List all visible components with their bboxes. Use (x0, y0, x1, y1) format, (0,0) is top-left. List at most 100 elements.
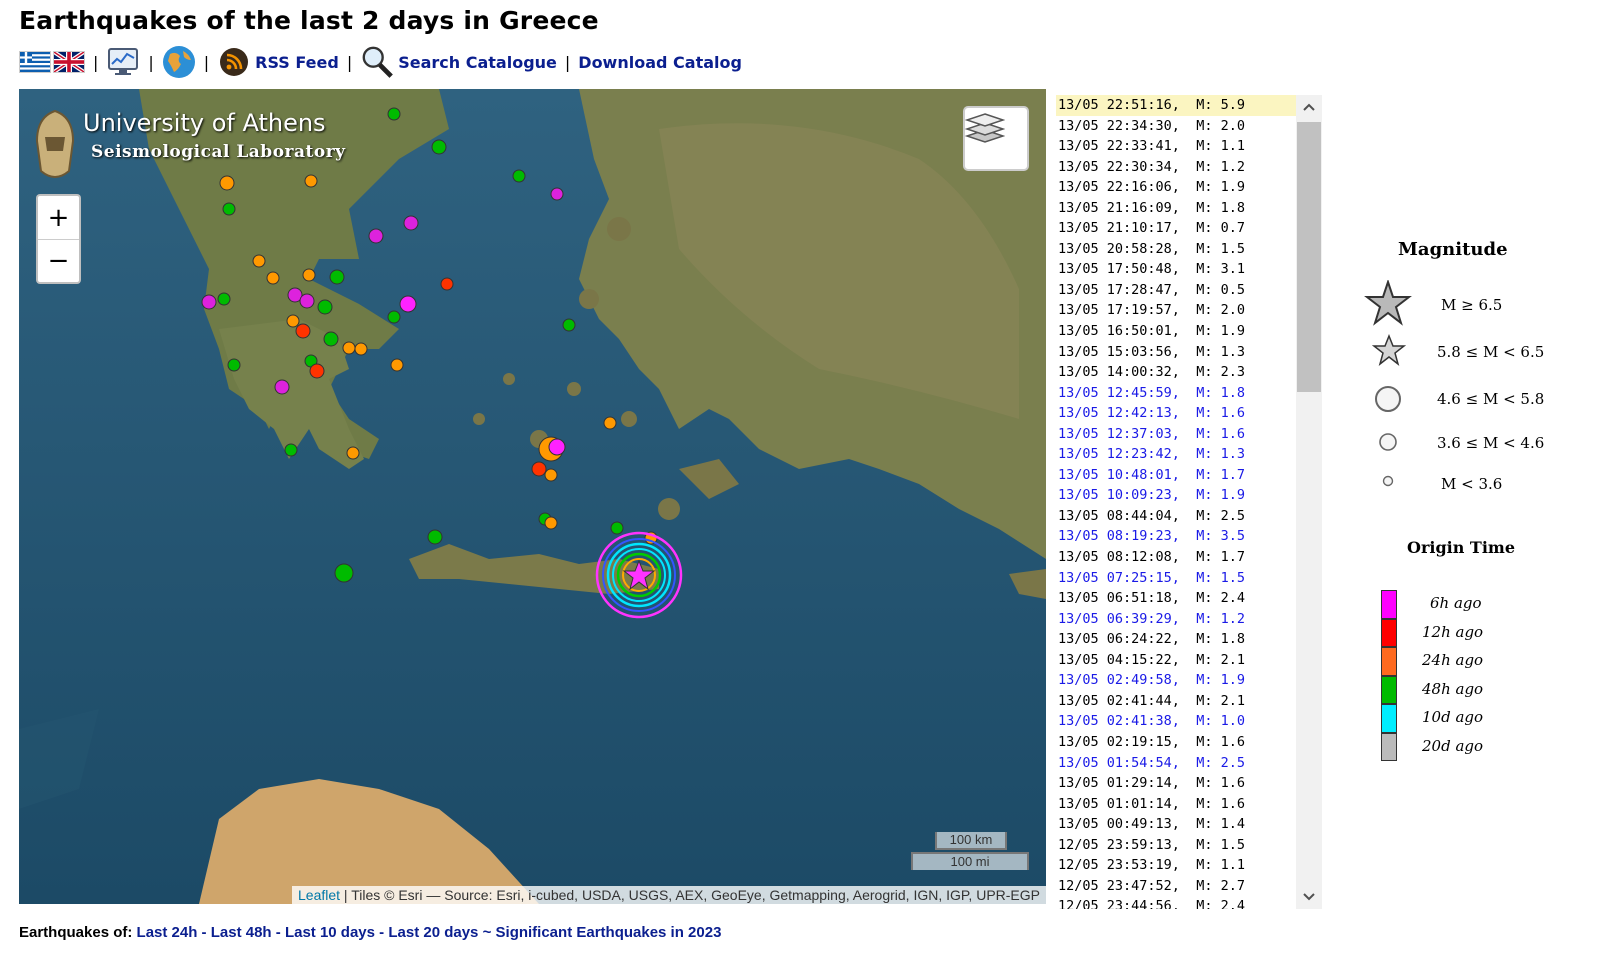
quake-row[interactable]: 13/05 22:33:41, M: 1.1 (1056, 136, 1296, 157)
quake-magnitude: M: 2.0 (1196, 302, 1245, 319)
quake-row[interactable]: 13/05 01:01:14, M: 1.6 (1056, 794, 1296, 815)
quake-row[interactable]: 13/05 22:30:34, M: 1.2 (1056, 157, 1296, 178)
quake-time: 12/05 23:53:19, (1058, 857, 1180, 874)
greek-flag-icon[interactable] (19, 51, 51, 73)
monitor-chart-icon[interactable] (106, 45, 140, 79)
quake-magnitude: M: 1.2 (1196, 610, 1245, 627)
quake-magnitude: M: 1.6 (1196, 775, 1245, 792)
quake-row[interactable]: 13/05 22:51:16, M: 5.9 (1056, 95, 1296, 116)
quake-row[interactable]: 13/05 07:25:15, M: 1.5 (1056, 568, 1296, 589)
page-title: Earthquakes of the last 2 days in Greece (19, 6, 599, 35)
earthquake-list[interactable]: 13/05 22:51:16, M: 5.9 13/05 22:34:30, M:… (1056, 95, 1296, 909)
logo-university-name: University of Athens (83, 109, 326, 137)
quake-magnitude: M: 1.5 (1196, 569, 1245, 586)
quake-time: 13/05 15:03:56, (1058, 343, 1180, 360)
quake-row[interactable]: 13/05 14:00:32, M: 2.3 (1056, 362, 1296, 383)
quake-time: 13/05 16:50:01, (1058, 323, 1180, 340)
quake-magnitude: M: 1.6 (1196, 405, 1245, 422)
last-24h-link[interactable]: Last 24h (137, 924, 198, 941)
significant-earthquakes-link[interactable]: Significant Earthquakes in 2023 (496, 924, 722, 941)
rss-feed-link[interactable]: RSS Feed (255, 53, 339, 72)
zoom-in-button[interactable]: + (38, 196, 79, 239)
time-color-swatch (1381, 732, 1397, 761)
time-color-swatch (1381, 590, 1397, 619)
quake-row[interactable]: 13/05 16:50:01, M: 1.9 (1056, 321, 1296, 342)
quake-magnitude: M: 1.7 (1196, 466, 1245, 483)
quake-row[interactable]: 13/05 08:44:04, M: 2.5 (1056, 506, 1296, 527)
zoom-out-button[interactable]: − (38, 239, 79, 282)
quake-row[interactable]: 13/05 21:10:17, M: 0.7 (1056, 218, 1296, 239)
last-20-days-link[interactable]: Last 20 days (388, 924, 478, 941)
download-catalog-link[interactable]: Download Catalog (578, 53, 742, 72)
chevron-down-icon (1303, 893, 1315, 901)
quake-row[interactable]: 13/05 15:03:56, M: 1.3 (1056, 342, 1296, 363)
quake-row[interactable]: 13/05 17:50:48, M: 3.1 (1056, 259, 1296, 280)
quake-row[interactable]: 13/05 02:19:15, M: 1.6 (1056, 732, 1296, 753)
quake-row[interactable]: 13/05 20:58:28, M: 1.5 (1056, 239, 1296, 260)
map-legend: Magnitude M ≥ 6.5 5.8 ≤ M < 6.5 4.6 ≤ M … (1350, 230, 1600, 770)
quake-row[interactable]: 12/05 23:47:52, M: 2.7 (1056, 876, 1296, 897)
quake-row[interactable]: 13/05 01:29:14, M: 1.6 (1056, 773, 1296, 794)
list-scrollbar[interactable] (1296, 95, 1322, 909)
footer-dash: - (375, 924, 389, 941)
quake-magnitude: M: 1.6 (1196, 795, 1245, 812)
quake-row[interactable]: 13/05 22:34:30, M: 2.0 (1056, 116, 1296, 137)
quake-magnitude: M: 2.5 (1196, 754, 1245, 771)
magnifier-icon[interactable] (360, 45, 394, 79)
quake-time: 12/05 23:44:56, (1058, 898, 1180, 909)
scale-bar-mi: 100 mi (911, 852, 1029, 870)
quake-row[interactable]: 13/05 12:45:59, M: 1.8 (1056, 383, 1296, 404)
quake-row[interactable]: 13/05 08:19:23, M: 3.5 (1056, 526, 1296, 547)
quake-time: 13/05 10:09:23, (1058, 487, 1180, 504)
time-class-label: 10d ago (1422, 708, 1484, 726)
time-class-label: 48h ago (1422, 679, 1484, 698)
quake-time: 13/05 01:01:14, (1058, 795, 1180, 812)
quake-row[interactable]: 12/05 23:44:56, M: 2.4 (1056, 896, 1296, 909)
leaflet-link[interactable]: Leaflet (298, 887, 340, 903)
attribution-text: | Tiles © Esri — Source: Esri, i-cubed, … (340, 887, 1040, 903)
quake-row[interactable]: 13/05 10:48:01, M: 1.7 (1056, 465, 1296, 486)
quake-magnitude: M: 1.9 (1196, 487, 1245, 504)
quake-row[interactable]: 13/05 06:51:18, M: 2.4 (1056, 588, 1296, 609)
quake-row[interactable]: 13/05 21:16:09, M: 1.8 (1056, 198, 1296, 219)
quake-time: 13/05 06:51:18, (1058, 590, 1180, 607)
quake-row[interactable]: 13/05 04:15:22, M: 2.1 (1056, 650, 1296, 671)
quake-row[interactable]: 13/05 12:37:03, M: 1.6 (1056, 424, 1296, 445)
quake-magnitude: M: 1.6 (1196, 733, 1245, 750)
quake-row[interactable]: 13/05 17:28:47, M: 0.5 (1056, 280, 1296, 301)
quake-time: 13/05 08:19:23, (1058, 528, 1180, 545)
quake-row[interactable]: 13/05 06:39:29, M: 1.2 (1056, 609, 1296, 630)
quake-time: 13/05 17:19:57, (1058, 302, 1180, 319)
quake-row[interactable]: 12/05 23:53:19, M: 1.1 (1056, 855, 1296, 876)
quake-row[interactable]: 12/05 23:59:13, M: 1.5 (1056, 835, 1296, 856)
rss-icon[interactable] (217, 45, 251, 79)
quake-row[interactable]: 13/05 01:54:54, M: 2.5 (1056, 753, 1296, 774)
quake-row[interactable]: 13/05 06:24:22, M: 1.8 (1056, 629, 1296, 650)
globe-icon[interactable] (162, 45, 196, 79)
scrollbar-thumb[interactable] (1297, 122, 1321, 392)
quake-time: 13/05 02:41:44, (1058, 692, 1180, 709)
uk-flag-icon[interactable] (52, 50, 86, 74)
quake-row[interactable]: 13/05 12:42:13, M: 1.6 (1056, 403, 1296, 424)
quake-row[interactable]: 13/05 02:41:44, M: 2.1 (1056, 691, 1296, 712)
earthquake-map[interactable]: University of Athens Seismological Labor… (19, 89, 1046, 904)
last-10-days-link[interactable]: Last 10 days (285, 924, 375, 941)
layers-button[interactable] (963, 106, 1029, 171)
quake-row[interactable]: 13/05 17:19:57, M: 2.0 (1056, 300, 1296, 321)
last-48h-link[interactable]: Last 48h (211, 924, 272, 941)
scroll-down-button[interactable] (1296, 885, 1322, 909)
search-catalogue-link[interactable]: Search Catalogue (398, 53, 557, 72)
quake-row[interactable]: 13/05 12:23:42, M: 1.3 (1056, 444, 1296, 465)
toolbar-separator: | (346, 52, 353, 72)
quake-row[interactable]: 13/05 10:09:23, M: 1.9 (1056, 485, 1296, 506)
quake-row[interactable]: 13/05 08:12:08, M: 1.7 (1056, 547, 1296, 568)
quake-row[interactable]: 13/05 02:41:38, M: 1.0 (1056, 711, 1296, 732)
scroll-up-button[interactable] (1296, 95, 1322, 119)
time-class-label: 6h ago (1430, 594, 1482, 612)
quake-row[interactable]: 13/05 22:16:06, M: 1.9 (1056, 177, 1296, 198)
quake-row[interactable]: 13/05 00:49:13, M: 1.4 (1056, 814, 1296, 835)
quake-row[interactable]: 13/05 02:49:58, M: 1.9 (1056, 670, 1296, 691)
toolbar-separator: | (203, 52, 210, 72)
quake-time: 13/05 12:42:13, (1058, 405, 1180, 422)
footer-dash: - (271, 924, 285, 941)
